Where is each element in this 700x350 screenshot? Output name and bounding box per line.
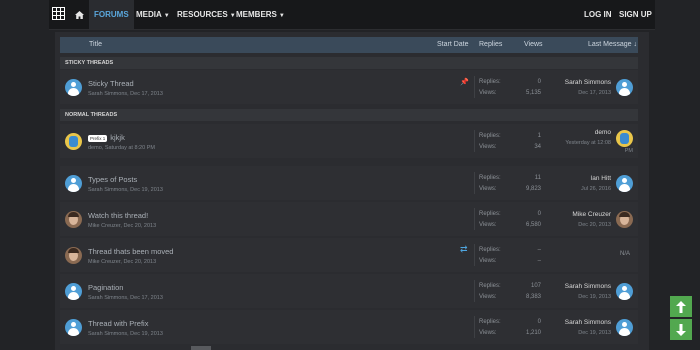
nav-forums[interactable]: FORUMS (89, 0, 134, 29)
site-logo[interactable] (52, 7, 65, 20)
last-post-date[interactable]: Dec 19, 2013 (578, 330, 611, 336)
view-count: 8,383 (525, 294, 541, 300)
last-poster-avatar[interactable] (616, 319, 633, 336)
thread-row[interactable]: Prefix 1 kjkjk demo, Saturday at 8:20 PM … (60, 124, 638, 158)
reply-count: – (537, 247, 541, 253)
thread-row[interactable]: Types of Posts Sarah Simmons, Dec 19, 20… (60, 166, 638, 200)
avatar[interactable] (65, 319, 82, 336)
last-post-date[interactable]: Dec 19, 2013 (578, 294, 611, 300)
view-count: – (537, 258, 541, 264)
column-title[interactable]: Title (89, 41, 102, 48)
column-last-message[interactable]: Last Message ↓ (588, 41, 637, 48)
last-poster[interactable]: Ian Hitt (590, 175, 611, 182)
avatar[interactable] (65, 175, 82, 192)
thread-prefix[interactable]: Prefix 1 (88, 134, 108, 142)
thread-row[interactable]: Pagination Sarah Simmons, Dec 17, 2013 R… (60, 274, 638, 308)
thread-meta: Mike Creuzer, Dec 20, 2013 (88, 223, 157, 229)
last-poster-avatar[interactable] (616, 211, 633, 228)
nav-members[interactable]: MEMBERS ▼ (236, 0, 285, 29)
reply-count: 0 (537, 319, 541, 325)
last-poster[interactable]: Sarah Simmons (565, 283, 611, 290)
reply-count: 0 (537, 211, 541, 217)
thread-title[interactable]: Sticky Thread (88, 79, 134, 88)
scroll-up-button[interactable] (670, 296, 692, 317)
reply-count: 107 (530, 283, 541, 289)
nav-resources[interactable]: RESOURCES ▼ (177, 0, 236, 29)
arrow-down-icon (676, 323, 686, 336)
view-count: 6,580 (525, 222, 541, 228)
scroll-down-button[interactable] (670, 319, 692, 340)
chevron-down-icon: ▼ (163, 13, 170, 19)
last-poster[interactable]: Sarah Simmons (565, 319, 611, 326)
view-count: 34 (534, 144, 541, 150)
avatar[interactable] (65, 79, 82, 96)
last-post-date-suffix: PM (624, 148, 633, 154)
thread-meta: Sarah Simmons, Dec 19, 2013 (88, 331, 163, 337)
home-icon (75, 10, 84, 19)
signup-link[interactable]: SIGN UP (619, 0, 652, 29)
view-count: 1,210 (525, 330, 541, 336)
avatar[interactable] (65, 283, 82, 300)
last-poster-avatar[interactable] (616, 79, 633, 96)
reply-count: 1 (537, 133, 541, 139)
home-button[interactable] (70, 0, 89, 29)
last-poster-avatar[interactable] (616, 175, 633, 192)
thread-meta: Sarah Simmons, Dec 19, 2013 (88, 187, 163, 193)
chevron-down-icon: ▼ (278, 13, 285, 19)
thread-meta: Sarah Simmons, Dec 17, 2013 (88, 295, 163, 301)
thread-meta: demo, Saturday at 8:20 PM (88, 145, 155, 151)
thread-title[interactable]: Pagination (88, 283, 123, 292)
thread-title[interactable]: Watch this thread! (88, 211, 148, 220)
last-post-date[interactable]: Jul 26, 2016 (581, 186, 611, 192)
column-replies[interactable]: Replies (479, 41, 502, 48)
nav-media[interactable]: MEDIA ▼ (136, 0, 170, 29)
avatar[interactable] (65, 211, 82, 228)
avatar[interactable] (65, 133, 82, 150)
section-normal-threads: NORMAL THREADS (60, 109, 638, 121)
thread-meta: Sarah Simmons, Dec 17, 2013 (88, 91, 163, 97)
thread-row[interactable]: Thread with Prefix Sarah Simmons, Dec 19… (60, 310, 638, 344)
last-post-date[interactable]: Dec 17, 2013 (578, 90, 611, 96)
thread-title[interactable]: Types of Posts (88, 175, 137, 184)
thread-list-header: Title Start Date Replies Views Last Mess… (60, 37, 638, 53)
view-count: 9,823 (525, 186, 541, 192)
view-count: 5,135 (525, 90, 541, 96)
column-views[interactable]: Views (524, 41, 543, 48)
top-navigation: FORUMS MEDIA ▼ RESOURCES ▼ MEMBERS ▼ LOG IN… (49, 0, 655, 30)
last-post-date[interactable]: Dec 20, 2013 (578, 222, 611, 228)
last-poster[interactable]: Mike Creuzer (572, 211, 611, 218)
reply-count: 11 (534, 175, 541, 181)
thread-meta: Mike Creuzer, Dec 20, 2013 (88, 259, 157, 265)
chevron-down-icon: ▼ (229, 13, 236, 19)
thread-title[interactable]: Prefix 1 kjkjk (88, 133, 125, 142)
last-post-date[interactable]: Yesterday at 12:08 (565, 140, 611, 146)
thread-title[interactable]: Thread with Prefix (88, 319, 148, 328)
last-poster[interactable]: demo (595, 129, 611, 136)
redirect-icon: ⇄ (460, 244, 468, 254)
login-link[interactable]: LOG IN (584, 0, 612, 29)
column-start-date[interactable]: Start Date (437, 41, 469, 48)
arrow-up-icon (676, 300, 686, 313)
scroll-buttons (670, 296, 692, 340)
avatar[interactable] (65, 247, 82, 264)
section-sticky-threads: STICKY THREADS (60, 57, 638, 69)
last-message-na: N/A (619, 251, 630, 257)
thread-row[interactable]: Watch this thread! Mike Creuzer, Dec 20,… (60, 202, 638, 236)
bottom-tab (191, 346, 211, 350)
thread-row[interactable]: Sticky Thread Sarah Simmons, Dec 17, 201… (60, 70, 638, 104)
pin-icon: 📌 (460, 79, 469, 86)
reply-count: 0 (537, 79, 541, 85)
thread-row[interactable]: Thread thats been moved Mike Creuzer, De… (60, 238, 638, 272)
thread-title[interactable]: Thread thats been moved (88, 247, 173, 256)
thread-list-panel: Title Start Date Replies Views Last Mess… (55, 32, 649, 350)
last-poster-avatar[interactable] (616, 283, 633, 300)
last-poster[interactable]: Sarah Simmons (565, 79, 611, 86)
last-poster-avatar[interactable] (616, 130, 633, 147)
